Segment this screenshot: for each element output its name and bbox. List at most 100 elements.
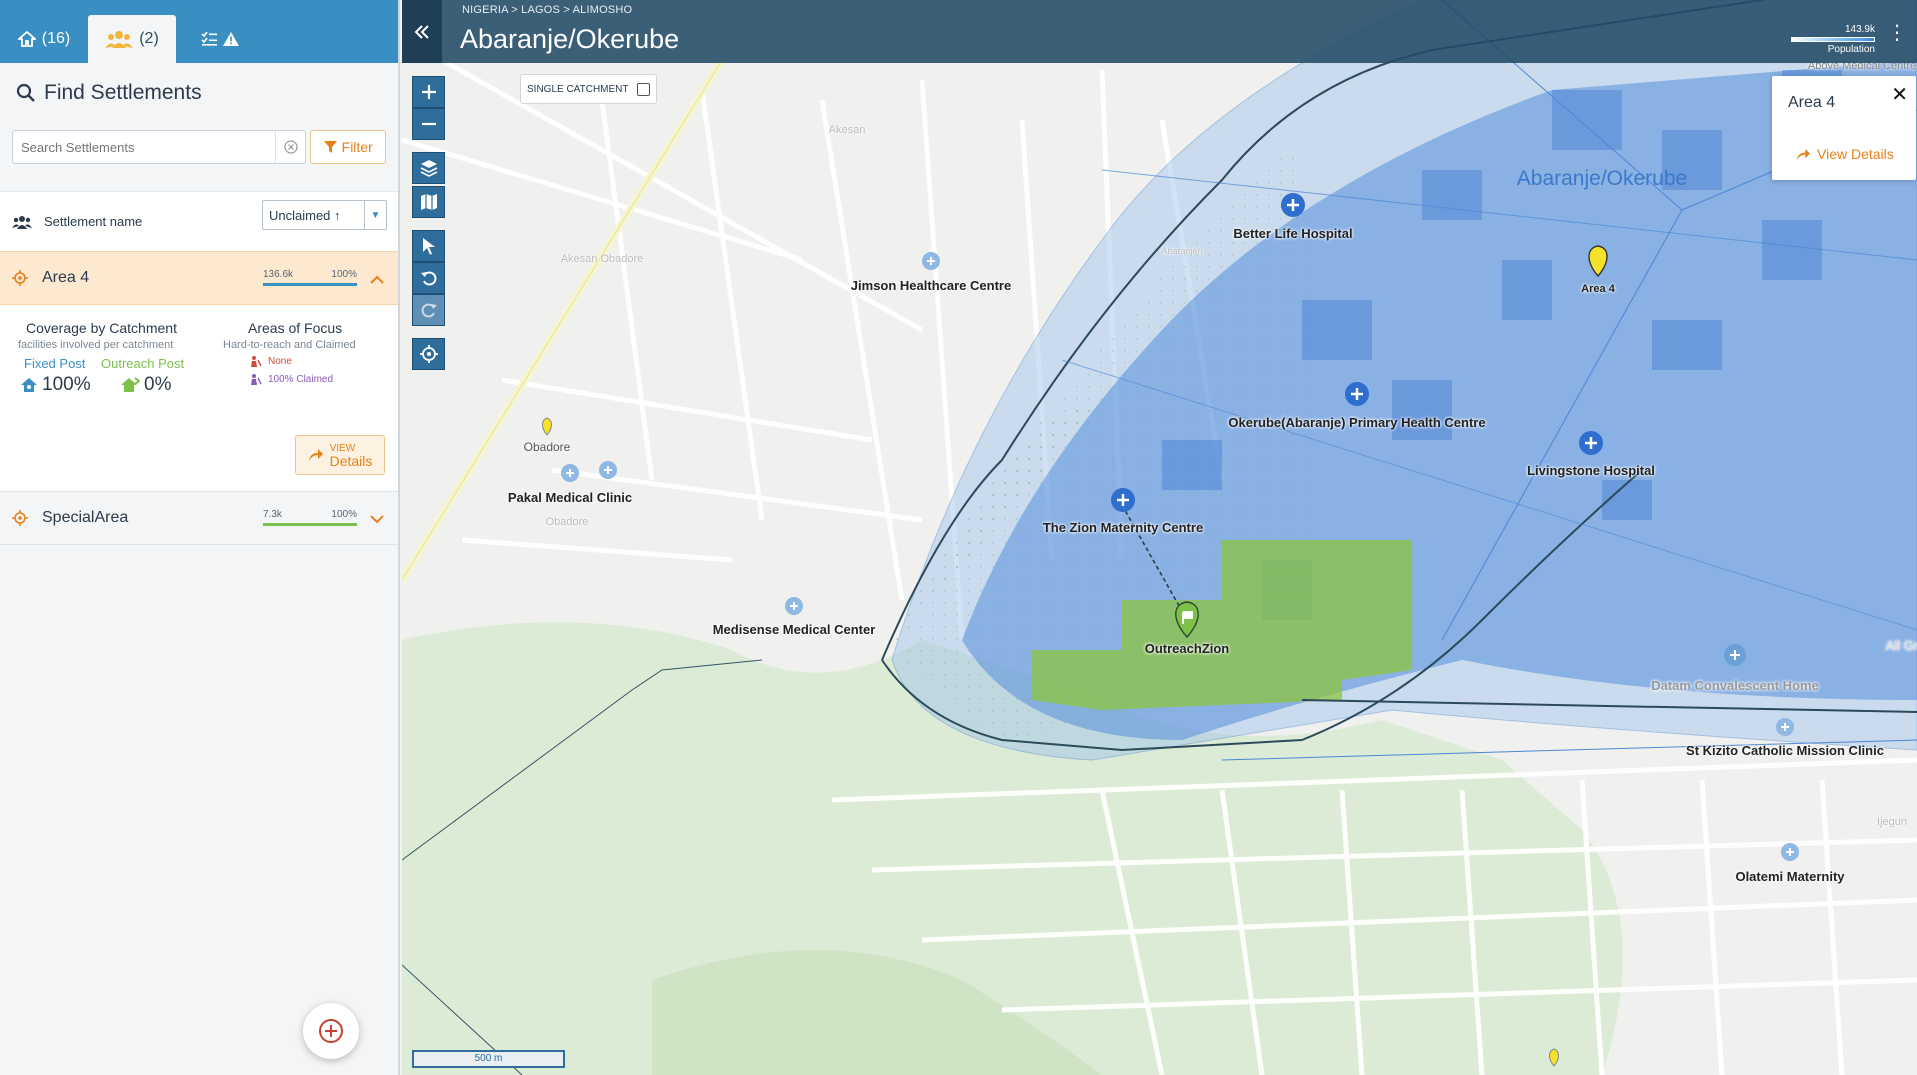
coverage-subtitle: facilities involved per catchment <box>18 339 174 351</box>
coverage-title: Coverage by Catchment <box>26 320 177 336</box>
sidebar-tabs: (16) (2) <box>0 0 398 63</box>
sort-select[interactable]: Unclaimed ↑ ▼ <box>262 200 387 230</box>
redo-icon <box>421 303 437 318</box>
chevron-down-icon: ▼ <box>364 201 386 229</box>
settlement-percent: 100% <box>331 509 357 520</box>
focus-title: Areas of Focus <box>248 320 343 336</box>
tab-tasks[interactable] <box>176 15 264 63</box>
tab-settlements[interactable]: (2) <box>88 15 176 63</box>
more-options-icon[interactable]: ⋮ <box>1887 20 1907 45</box>
warning-icon <box>223 32 239 46</box>
single-catchment-label: SINGLE CATCHMENT <box>527 83 629 95</box>
layers-button[interactable] <box>412 152 445 184</box>
search-input[interactable] <box>21 139 271 155</box>
map-header: NIGERIA > LAGOS > ALIMOSHO Abaranje/Oker… <box>402 0 1917 63</box>
region-label: Abaranje/Okerube <box>1516 167 1688 190</box>
search-box <box>12 130 307 164</box>
search-row: Filter <box>0 123 398 171</box>
facility-label-kizito[interactable]: St Kizito Catholic Mission Clinic <box>1686 743 1884 758</box>
undo-button[interactable] <box>412 262 445 294</box>
popup-view-details-link[interactable]: View Details <box>1796 146 1894 162</box>
filter-label: Filter <box>341 139 373 155</box>
crosshair-icon <box>12 510 28 526</box>
fixed-post-label: Fixed Post <box>24 356 86 371</box>
facility-label-olatemi[interactable]: Olatemi Maternity <box>1735 869 1844 884</box>
users-icon <box>12 215 32 229</box>
add-settlement-button[interactable] <box>303 1003 359 1059</box>
view-details-button[interactable]: VIEW Details <box>295 435 385 475</box>
home-outreach-icon <box>121 377 140 392</box>
outreach-post-value: 0% <box>120 374 171 396</box>
settlement-details: Coverage by Catchment facilities involve… <box>0 305 398 491</box>
person-icon <box>251 356 262 367</box>
zoom-in-button[interactable] <box>412 76 445 108</box>
plus-circle-icon <box>319 1019 343 1043</box>
plus-icon <box>421 85 436 99</box>
select-tool-button[interactable] <box>412 230 445 262</box>
outreach-label-zion[interactable]: OutreachZion <box>1145 641 1230 656</box>
population-label: Population <box>1827 44 1875 55</box>
focus-claimed: 100% Claimed <box>250 373 333 385</box>
users-icon <box>105 31 134 48</box>
facility-label-zion[interactable]: The Zion Maternity Centre <box>1043 520 1203 535</box>
view-details-big: Details <box>329 453 373 469</box>
settlement-name: SpecialArea <box>42 509 129 526</box>
settlement-stats: 136.6k 100% <box>263 269 357 280</box>
undo-icon <box>420 271 436 286</box>
search-icon <box>16 83 35 102</box>
map-canvas <box>402 0 1917 1075</box>
facility-label-all-gr: All Gr <box>1885 638 1917 653</box>
find-settlements-header: Find Settlements <box>0 63 398 123</box>
population-value: 143.9k <box>1844 24 1875 35</box>
breadcrumb[interactable]: NIGERIA > LAGOS > ALIMOSHO <box>462 4 632 16</box>
facility-label-okerube[interactable]: Okerube(Abaranje) Primary Health Centre <box>1228 415 1485 430</box>
close-icon[interactable]: ✕ <box>1891 82 1908 107</box>
place-label-obadore: Obadore <box>545 516 589 528</box>
collapse-sidebar-button[interactable] <box>402 0 442 63</box>
settlement-coverage-bar <box>263 283 357 286</box>
map-view[interactable]: Abaranje/Okerube Better Life Hospital Ji… <box>402 0 1917 1075</box>
facility-label-livingstone[interactable]: Livingstone Hospital <box>1527 463 1655 478</box>
settlement-popup: Area 4 ✕ View Details <box>1772 76 1916 180</box>
place-label-abaranjeh: Abaranjeh <box>1161 246 1203 256</box>
focus-none: None <box>250 355 292 367</box>
find-settlements-title: Find Settlements <box>44 81 202 104</box>
zoom-out-button[interactable] <box>412 108 445 140</box>
sort-value: Unclaimed ↑ <box>269 207 341 223</box>
facility-label-datam[interactable]: Datam Convalescent Home <box>1651 678 1819 693</box>
double-chevron-left-icon <box>414 24 429 39</box>
settlement-label-obadore[interactable]: Obadore <box>524 440 571 454</box>
share-arrow-icon <box>308 449 323 461</box>
chevron-up-icon[interactable] <box>370 271 384 287</box>
fixed-post-value: 100% <box>20 374 91 396</box>
settlement-name-column[interactable]: Settlement name <box>44 214 142 229</box>
chevron-down-icon[interactable] <box>370 511 384 527</box>
redo-button[interactable] <box>412 294 445 326</box>
home-icon <box>17 31 36 47</box>
sidebar: (16) (2) Find Settlements Filter Settlem… <box>0 0 400 1075</box>
locate-button[interactable] <box>412 338 445 370</box>
settlement-population: 7.3k <box>263 509 282 520</box>
settlement-row-area4[interactable]: Area 4 136.6k 100% <box>0 251 398 305</box>
tab-settlements-count: (2) <box>139 30 159 47</box>
clear-search-button[interactable] <box>275 131 305 163</box>
facility-label-better-life[interactable]: Better Life Hospital <box>1233 226 1352 241</box>
tab-facilities[interactable]: (16) <box>0 15 88 63</box>
basemap-button[interactable] <box>412 186 445 218</box>
filter-icon <box>323 140 337 153</box>
settlement-row-specialarea[interactable]: SpecialArea 7.3k 100% <box>0 491 398 545</box>
tab-facilities-count: (16) <box>41 30 71 47</box>
layers-icon <box>420 160 437 177</box>
settlement-percent: 100% <box>331 269 357 280</box>
filter-button[interactable]: Filter <box>310 130 386 164</box>
crosshair-icon <box>12 270 28 286</box>
single-catchment-checkbox[interactable] <box>636 82 650 96</box>
facility-label-jimson[interactable]: Jimson Healthcare Centre <box>851 278 1011 293</box>
checklist-icon <box>201 32 217 46</box>
facility-label-medisense[interactable]: Medisense Medical Center <box>713 622 876 637</box>
place-label-ijegun: Ijegun <box>1877 816 1907 828</box>
single-catchment-toggle[interactable]: SINGLE CATCHMENT <box>520 74 657 104</box>
facility-label-pakal[interactable]: Pakal Medical Clinic <box>508 490 632 505</box>
outreach-post-label: Outreach Post <box>101 356 185 371</box>
settlement-label-area4[interactable]: Area 4 <box>1581 283 1615 295</box>
